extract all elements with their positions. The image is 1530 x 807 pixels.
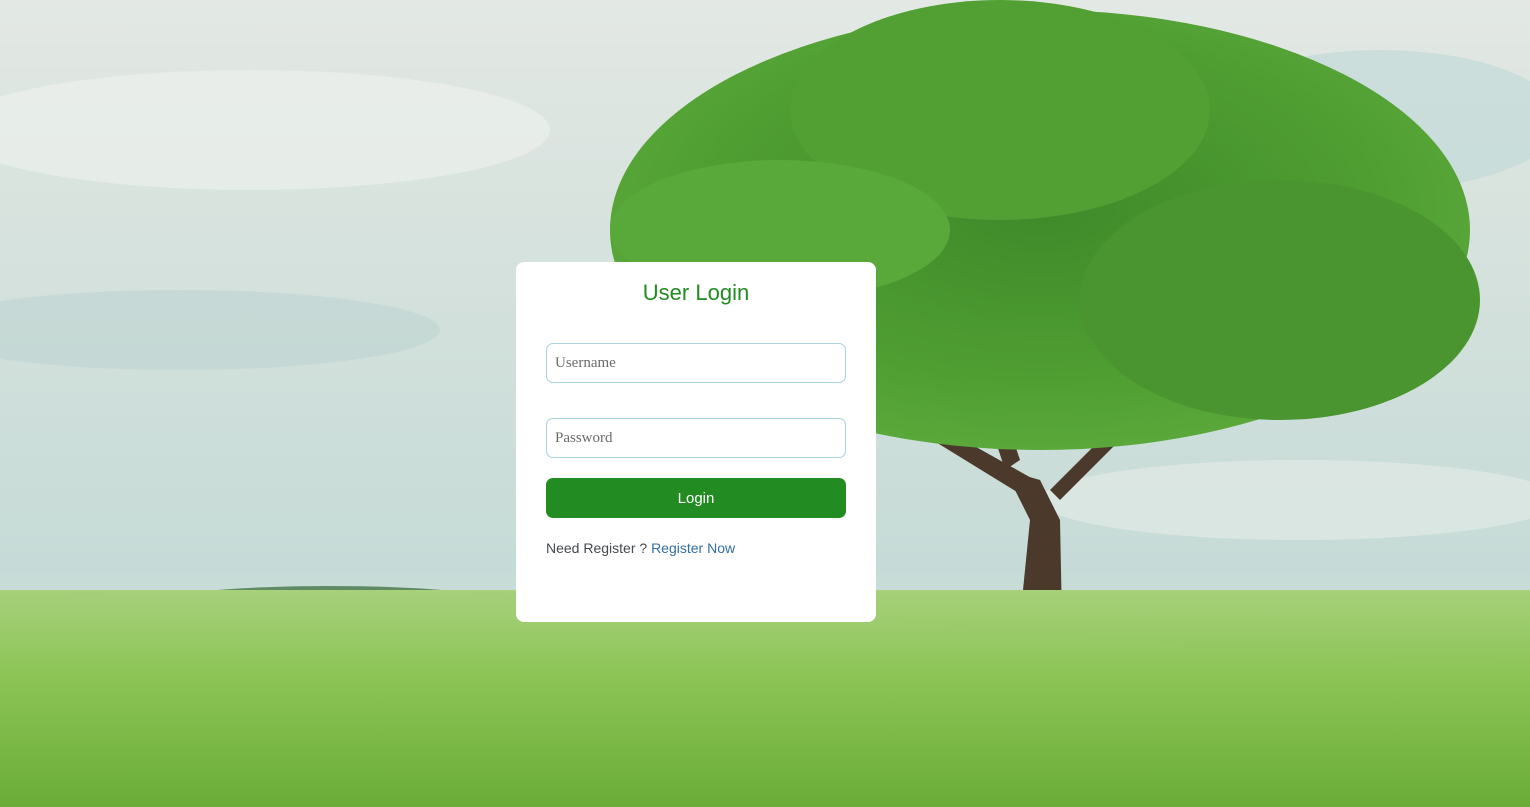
register-line: Need Register ? Register Now (546, 540, 846, 556)
username-input[interactable] (546, 343, 846, 383)
login-button[interactable]: Login (546, 478, 846, 518)
password-input[interactable] (546, 418, 846, 458)
register-now-link[interactable]: Register Now (651, 540, 735, 556)
login-title: User Login (642, 280, 750, 305)
register-prompt: Need Register ? (546, 540, 648, 556)
login-card: User Login Login Need Register ? Registe… (516, 262, 876, 622)
